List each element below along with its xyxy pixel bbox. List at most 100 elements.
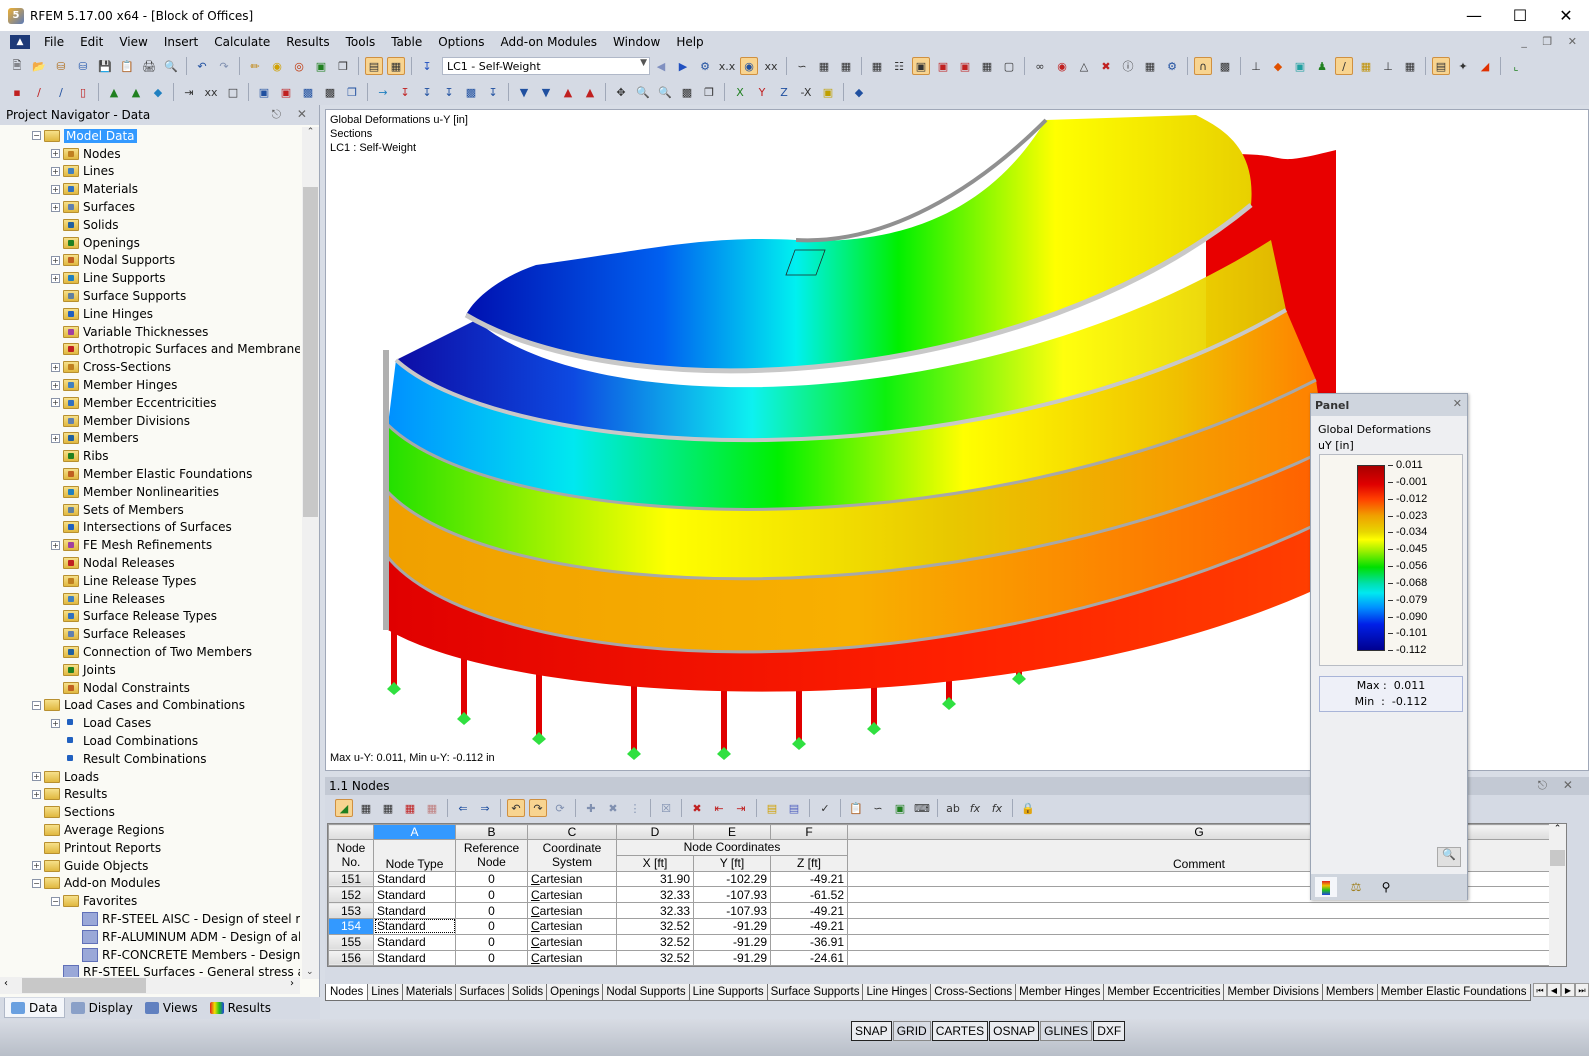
comment-cell[interactable] (847, 933, 1551, 951)
new-line-icon[interactable]: ∕ (30, 83, 48, 101)
scroll-up-icon[interactable]: ⌃ (1549, 824, 1566, 834)
expand-icon[interactable]: + (51, 255, 60, 265)
new-polyline-icon[interactable]: ▯ (74, 83, 92, 101)
refresh-icon[interactable]: ⟳ (551, 799, 569, 817)
sheet-tab-member-divisions[interactable]: Member Divisions (1223, 984, 1323, 1001)
sheet-tab-lines[interactable]: Lines (367, 984, 403, 1001)
nav-item-member-divisions[interactable]: Member Divisions (4, 412, 300, 430)
move-right-icon[interactable]: ⇥ (732, 799, 750, 817)
nav-item-materials[interactable]: + Materials (4, 180, 300, 198)
nav-item-ribs[interactable]: Ribs (4, 447, 300, 465)
nav-item-member-hinges[interactable]: + Member Hinges (4, 376, 300, 394)
menu-add-on-modules[interactable]: Add-on Modules (493, 35, 605, 49)
clipboard-table-icon[interactable]: 📋 (847, 799, 865, 817)
target-icon[interactable]: ◎ (290, 57, 308, 75)
render-member-icon[interactable]: ▣ (934, 57, 952, 75)
save-icon[interactable]: 💾 (96, 57, 114, 75)
nav-item-nodal-releases[interactable]: Nodal Releases (4, 554, 300, 572)
nav-item-nodes[interactable]: + Nodes (4, 145, 300, 163)
reference-node-cell[interactable]: 0 (455, 902, 528, 919)
color-scale-icon[interactable]: ◢ (1476, 57, 1494, 75)
sheet-tab-line-hinges[interactable]: Line Hinges (862, 984, 932, 1001)
comment-cell[interactable] (847, 902, 1551, 919)
result-values-icon[interactable]: xx (762, 57, 780, 75)
scroll-down-icon[interactable]: ⌄ (306, 967, 314, 977)
dimension-icon[interactable]: ◉ (1053, 57, 1071, 75)
expand-icon[interactable]: + (51, 166, 60, 176)
sheet-tab-nodes[interactable]: Nodes (325, 984, 369, 1001)
filter-right-icon[interactable]: ↷ (529, 799, 547, 817)
table-toggle-icon[interactable]: ▦ (387, 57, 405, 75)
table-row[interactable]: 154 Standard 0 Cartesian 32.52 -91.29 -49.21 (328, 917, 1551, 935)
section-plane-icon[interactable]: ⊥ (1379, 57, 1397, 75)
keyboard-icon[interactable]: ⌨ (913, 799, 931, 817)
panel-zoom-button[interactable]: 🔍 (1437, 847, 1461, 867)
zoom-all-icon[interactable]: 🔍 (656, 83, 674, 101)
column-c-header[interactable]: C (527, 824, 617, 840)
menu-table[interactable]: Table (383, 35, 430, 49)
split-icon[interactable]: ⋮ (626, 799, 644, 817)
menu-tools[interactable]: Tools (338, 35, 384, 49)
panels-icon[interactable]: ▦ (1357, 57, 1375, 75)
sheet-tab-surface-supports[interactable]: Surface Supports (766, 984, 864, 1001)
nav-tab-data[interactable]: Data (4, 998, 65, 1018)
result-diagram-icon[interactable]: ◆ (1269, 57, 1287, 75)
nav-item-load-cases[interactable]: + Load Cases (4, 714, 300, 732)
nav-item-variable-thicknesses[interactable]: Variable Thicknesses (4, 323, 300, 341)
nav-item-printout-reports[interactable]: Printout Reports (4, 839, 300, 857)
coordinate-system-cell[interactable]: Cartesian (527, 902, 617, 919)
open-database-icon[interactable]: ⛁ (52, 57, 70, 75)
nav-item-member-elastic-foundations[interactable]: Member Elastic Foundations (4, 465, 300, 483)
menu-edit[interactable]: Edit (72, 35, 111, 49)
row-number[interactable]: 152 (328, 886, 374, 904)
scroll-right-icon[interactable]: › (290, 978, 294, 989)
next-load-case-icon[interactable]: ▶ (674, 57, 692, 75)
table-row[interactable]: 155 Standard 0 Cartesian 32.52 -91.29 -36.91 (328, 933, 1551, 951)
view-red-icon[interactable]: ▲ (559, 83, 577, 101)
highlight-icon[interactable]: ▤ (763, 799, 781, 817)
column-b-header[interactable]: B (455, 824, 528, 840)
expand-icon[interactable]: + (51, 273, 60, 283)
render-solid-icon[interactable]: ▣ (912, 57, 930, 75)
zoom-icon[interactable]: 🔍 (634, 83, 652, 101)
results-on-off-icon[interactable]: ◉ (740, 57, 758, 75)
close-button[interactable]: ✕ (1543, 0, 1589, 31)
wand-icon[interactable]: ✦ (1454, 57, 1472, 75)
nav-item-surface-release-types[interactable]: Surface Release Types (4, 608, 300, 626)
view-back-icon[interactable]: ▼ (537, 83, 555, 101)
view-minus-x-icon[interactable]: -X (797, 83, 815, 101)
new-line-support-icon[interactable]: ▲ (127, 83, 145, 101)
table-edit-icon[interactable]: ◢ (335, 799, 353, 817)
calculate-icon[interactable]: ⚙ (696, 57, 714, 75)
nav-item-surface-supports[interactable]: Surface Supports (4, 287, 300, 305)
text-edit-icon[interactable]: ab (944, 799, 962, 817)
nav-item-loads[interactable]: + Loads (4, 768, 300, 786)
y-cell[interactable]: -102.29 (693, 870, 771, 888)
nav-item-sections[interactable]: Sections (4, 803, 300, 821)
scroll-left-icon[interactable]: ‹ (4, 978, 8, 989)
filter-left-icon[interactable]: ↶ (507, 799, 525, 817)
print-preview-icon[interactable]: 🔍 (162, 57, 180, 75)
coordinate-system-cell[interactable]: Cartesian (527, 886, 617, 904)
new-combination-icon[interactable]: → (374, 83, 392, 101)
new-opening-icon[interactable]: ▣ (277, 83, 295, 101)
info-icon[interactable]: ⓘ (1119, 57, 1137, 75)
menu-results[interactable]: Results (278, 35, 337, 49)
status-toggle-osnap[interactable]: OSNAP (989, 1021, 1040, 1041)
coordinate-system-cell[interactable]: Cartesian (527, 933, 617, 951)
panel-tab-filter[interactable]: ⚲ (1375, 877, 1397, 897)
sheet-tab-line-supports[interactable]: Line Supports (688, 984, 768, 1001)
row-number[interactable]: 156 (328, 949, 374, 966)
view-red2-icon[interactable]: ▲ (581, 83, 599, 101)
panel-toggle-icon[interactable]: ▤ (1432, 57, 1450, 75)
menu-options[interactable]: Options (430, 35, 492, 49)
support-icon[interactable]: ⊥ (1247, 57, 1265, 75)
load-case-select[interactable]: LC1 - Self-Weight ▼ (442, 57, 650, 75)
redo-icon[interactable]: ↷ (215, 57, 233, 75)
column-d-header[interactable]: D (616, 824, 694, 840)
z-cell[interactable]: -49.21 (770, 870, 848, 888)
nav-item-lines[interactable]: + Lines (4, 163, 300, 181)
row-number[interactable]: 153 (328, 902, 374, 919)
expand-icon[interactable]: + (51, 433, 60, 443)
render-mode-icon[interactable]: ◆ (850, 83, 868, 101)
